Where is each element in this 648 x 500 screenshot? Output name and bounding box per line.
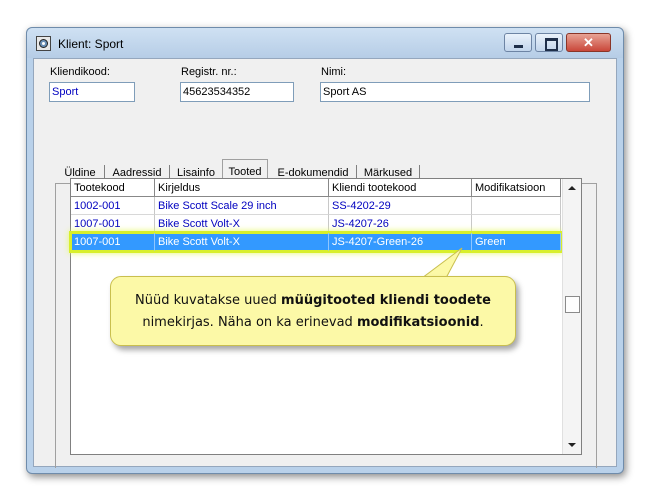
callout-text-part: Nüüd kuvatakse uued [135,293,282,308]
callout-pointer [421,247,463,278]
cell-kirjeldus: Bike Scott Volt-X [155,215,329,233]
minimize-button[interactable] [504,33,532,52]
cell-modifikatsioon [472,197,561,215]
nimi-label: Nimi: [321,66,347,78]
app-icon [36,36,51,51]
callout-text-part: . [479,315,484,330]
cell-kirjeldus: Bike Scott Scale 29 inch [155,197,329,215]
column-header-kliendi-tootekood[interactable]: Kliendi tootekood [329,179,472,197]
column-header-kirjeldus[interactable]: Kirjeldus [155,179,329,197]
cell-kliendi-tootekood: JS-4207-26 [329,215,472,233]
table-header: Tootekood Kirjeldus Kliendi tootekood Mo… [71,179,561,197]
table-row[interactable]: 1002-001 Bike Scott Scale 29 inch SS-420… [71,197,561,215]
registr-nr-field[interactable]: 45623534352 [180,82,294,102]
title-bar[interactable]: Klient: Sport ✕ [27,28,623,58]
close-icon: ✕ [583,35,594,50]
scroll-thumb[interactable] [565,296,580,313]
close-button[interactable]: ✕ [566,33,611,52]
table-row[interactable]: 1007-001 Bike Scott Volt-X JS-4207-26 [71,215,561,233]
cell-tootekood: 1007-001 [71,215,155,233]
cell-kirjeldus: Bike Scott Volt-X [155,233,329,251]
kliendikood-field[interactable]: Sport [49,82,135,102]
callout-text: Nüüd kuvatakse uued müügitooted kliendi … [111,290,515,334]
kliendikood-label: Kliendikood: [50,66,110,78]
maximize-button[interactable] [535,33,563,52]
cell-tootekood: 1007-001 [71,233,155,251]
nimi-field[interactable]: Sport AS [320,82,590,102]
column-header-modifikatsioon[interactable]: Modifikatsioon [472,179,561,197]
vertical-scrollbar[interactable] [562,179,581,454]
callout-text-bold: müügitooted kliendi toodete [281,293,491,308]
scroll-down-arrow-icon[interactable] [563,436,581,454]
callout-text-part: nimekirjas. Näha on ka erinevad [142,315,357,330]
scroll-up-arrow-icon[interactable] [563,179,581,197]
registr-nr-label: Registr. nr.: [181,66,237,78]
window-title: Klient: Sport [58,37,124,51]
callout-text-bold: modifikatsioonid [356,315,480,330]
table-row-selected[interactable]: 1007-001 Bike Scott Volt-X JS-4207-Green… [69,231,563,253]
client-window: Klient: Sport ✕ Kliendikood: Sport Regis… [26,27,624,474]
cell-modifikatsioon: Green [472,233,561,251]
cell-modifikatsioon [472,215,561,233]
callout-tooltip: Nüüd kuvatakse uued müügitooted kliendi … [110,276,516,346]
cell-tootekood: 1002-001 [71,197,155,215]
cell-kliendi-tootekood: SS-4202-29 [329,197,472,215]
column-header-tootekood[interactable]: Tootekood [71,179,155,197]
